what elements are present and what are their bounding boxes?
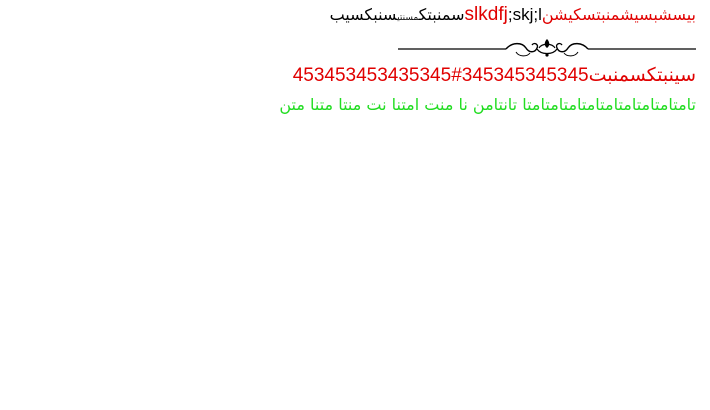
- green-text-line: تامتامتامتامتامتامتامتامتامتا تانتامن نا…: [279, 95, 696, 114]
- black-arabic-text-2: سنبکسیب: [329, 5, 398, 24]
- black-latin-text: ;skj;l: [507, 5, 542, 24]
- red-arabic-label: سینبتکسمنبت: [588, 64, 696, 86]
- small-arabic-text: مسنتی: [397, 13, 419, 23]
- red-number-line: سینبتکسمنبت345345345345#453453453435345: [293, 62, 696, 89]
- red-number-sequence: 345345345345#453453453435345: [292, 65, 589, 86]
- red-latin-text: slkdfj: [464, 4, 508, 25]
- black-arabic-text: سمنبتک: [418, 5, 465, 24]
- ornamental-divider: [398, 36, 696, 62]
- ornamental-flourish-icon: [398, 39, 696, 57]
- heading-line: بیسشبسیشمنبتسکیشن slkdfj;skj;l سمنبتکمسنتی…: [330, 4, 696, 29]
- red-arabic-text: بیسشبسیشمنبتسکیشن: [541, 5, 696, 24]
